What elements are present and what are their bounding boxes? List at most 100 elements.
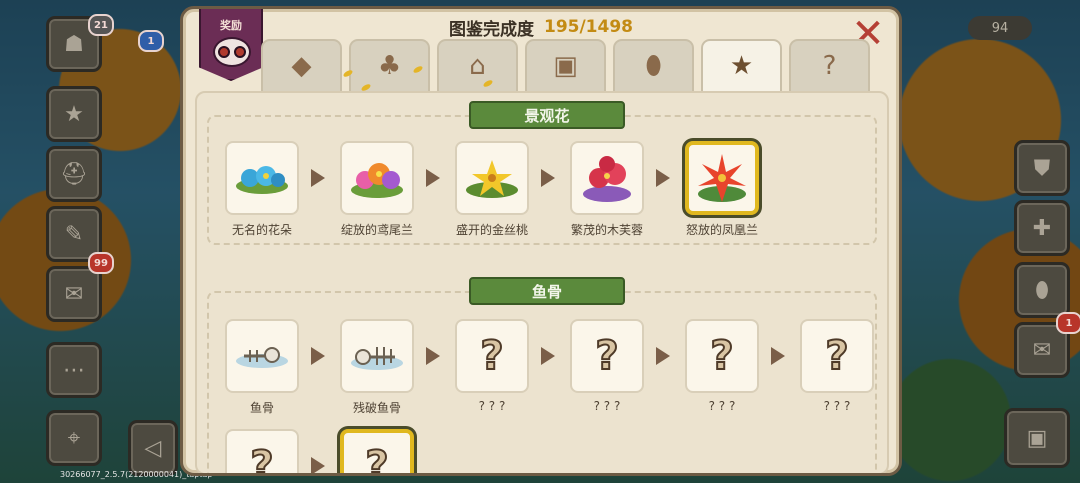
- arrow-right-icon: [771, 347, 785, 365]
- item-label: 绽放的鸢尾兰: [340, 223, 413, 237]
- notification-badge: 1: [138, 30, 164, 52]
- reward-button[interactable]: 奖励: [199, 9, 263, 81]
- flower-iris-icon: [351, 163, 403, 198]
- item-label: 怒放的凤凰兰: [685, 223, 758, 237]
- item-label: ? ? ?: [593, 399, 621, 413]
- unknown-question-icon: ?: [709, 332, 734, 380]
- collection-item-locked[interactable]: ? ? ? ?: [570, 319, 644, 413]
- unknown-question-icon: ?: [249, 442, 274, 475]
- item-card: ?: [455, 319, 529, 393]
- item-card-max-level: [685, 141, 759, 215]
- item-card: [340, 141, 414, 215]
- collection-item[interactable]: 盛开的金丝桃: [455, 141, 529, 238]
- chat-badge: 99: [88, 252, 114, 274]
- mail-badge: 1: [1056, 312, 1080, 334]
- item-card: [570, 141, 644, 215]
- hud-counter: 94: [968, 16, 1032, 40]
- tab-chest[interactable]: ▣: [525, 39, 606, 91]
- item-label: 无名的花朵: [231, 223, 292, 237]
- collection-content[interactable]: 景观花 无名的花朵 绽放的鸢尾兰 盛开的金丝桃 繁茂的木芙蓉 怒放的凤凰兰 鱼骨…: [195, 91, 889, 475]
- arrow-right-icon: [311, 457, 325, 473]
- treasure-chest-button[interactable]: ▣: [1004, 408, 1070, 468]
- item-card: [340, 319, 414, 393]
- house-icon: ⌂: [469, 51, 486, 81]
- flower-phoenix-icon: [698, 154, 746, 202]
- section-fishbone: [207, 291, 877, 473]
- collection-item[interactable]: 残破鱼骨: [340, 319, 414, 416]
- flower-gold-icon: [466, 160, 518, 198]
- item-label: 盛开的金丝桃: [455, 223, 528, 237]
- chest-icon: ▣: [553, 51, 578, 81]
- item-label: ? ? ?: [823, 399, 851, 413]
- arrow-right-icon: [426, 169, 440, 187]
- unknown-question-icon: ?: [364, 442, 389, 475]
- favorites-star-button[interactable]: ★: [46, 86, 102, 142]
- collection-item-locked[interactable]: ?: [225, 429, 299, 475]
- unknown-question-icon: ?: [594, 332, 619, 380]
- collection-item-locked[interactable]: ? ? ? ?: [800, 319, 874, 413]
- helmet-button[interactable]: ⛑: [46, 146, 102, 202]
- collection-item[interactable]: 无名的花朵: [225, 141, 299, 238]
- item-card: [455, 141, 529, 215]
- gift-button[interactable]: ✚: [1014, 200, 1070, 256]
- level-badge: 21: [88, 14, 114, 36]
- collection-modal: 图鉴完成度 195/1498 ✕ 奖励 ◆ ♣ ⌂ ▣ ⬮ ★ ? 景观花 无名…: [180, 6, 902, 476]
- completion-progress: 195/1498: [543, 17, 633, 37]
- arrow-right-icon: [426, 347, 440, 365]
- fishbone-icon: [236, 347, 288, 368]
- arrow-right-icon: [656, 347, 670, 365]
- modal-title: 图鉴完成度: [448, 19, 534, 40]
- item-card: [225, 141, 299, 215]
- more-button[interactable]: ⋯: [46, 342, 102, 398]
- collection-item[interactable]: 繁茂的木芙蓉: [570, 141, 644, 238]
- collection-item-locked[interactable]: ? ? ? ?: [455, 319, 529, 413]
- star-icon: ★: [729, 51, 754, 81]
- item-card: ?: [225, 429, 299, 475]
- unknown-question-icon: ?: [824, 332, 849, 380]
- tab-clover[interactable]: ♣: [349, 39, 430, 91]
- item-card: ?: [685, 319, 759, 393]
- chat-button[interactable]: ✉: [46, 266, 102, 322]
- item-label: 残破鱼骨: [352, 401, 401, 415]
- question-icon: ?: [822, 51, 837, 81]
- section-title: 景观花: [469, 101, 625, 129]
- item-card: [225, 319, 299, 393]
- item-label: 鱼骨: [249, 401, 274, 415]
- gem-icon: ◆: [291, 51, 312, 81]
- section-title: 鱼骨: [469, 277, 625, 305]
- collection-item-locked[interactable]: ?: [340, 429, 414, 475]
- arrow-right-icon: [541, 169, 555, 187]
- category-tabs: ◆ ♣ ⌂ ▣ ⬮ ★ ?: [261, 39, 870, 91]
- map-button[interactable]: ⌖: [46, 410, 102, 466]
- reward-label: 奖励: [220, 19, 242, 32]
- tab-house[interactable]: ⌂: [437, 39, 518, 91]
- arrow-right-icon: [311, 347, 325, 365]
- flower-hibiscus-icon: [583, 156, 631, 202]
- item-label: ? ? ?: [478, 399, 506, 413]
- owl-mascot-icon: [213, 37, 251, 67]
- arrow-right-icon: [311, 169, 325, 187]
- tab-star[interactable]: ★: [701, 39, 782, 91]
- tab-gem[interactable]: ◆: [261, 39, 342, 91]
- arrow-right-icon: [656, 169, 670, 187]
- egg-icon: ⬮: [645, 50, 662, 81]
- tab-unknown[interactable]: ?: [789, 39, 870, 91]
- collection-item[interactable]: 绽放的鸢尾兰: [340, 141, 414, 238]
- egg-button[interactable]: ⬮: [1014, 262, 1070, 318]
- back-arrow-button[interactable]: ◁: [128, 420, 178, 476]
- item-label: 繁茂的木芙蓉: [570, 223, 643, 237]
- item-label: ? ? ?: [708, 399, 736, 413]
- flower-blue-icon: [236, 166, 288, 194]
- item-card: ?: [800, 319, 874, 393]
- shield-button[interactable]: ⛊: [1014, 140, 1070, 196]
- item-card-max-level: ?: [340, 429, 414, 475]
- tab-egg[interactable]: ⬮: [613, 39, 694, 91]
- collection-item[interactable]: 怒放的凤凰兰: [685, 141, 759, 238]
- unknown-question-icon: ?: [479, 332, 504, 380]
- item-card: ?: [570, 319, 644, 393]
- collection-item[interactable]: 鱼骨: [225, 319, 299, 416]
- clover-icon: ♣: [377, 51, 402, 81]
- collection-item-locked[interactable]: ? ? ? ?: [685, 319, 759, 413]
- broken-fishbone-icon: [351, 347, 403, 370]
- arrow-right-icon: [541, 347, 555, 365]
